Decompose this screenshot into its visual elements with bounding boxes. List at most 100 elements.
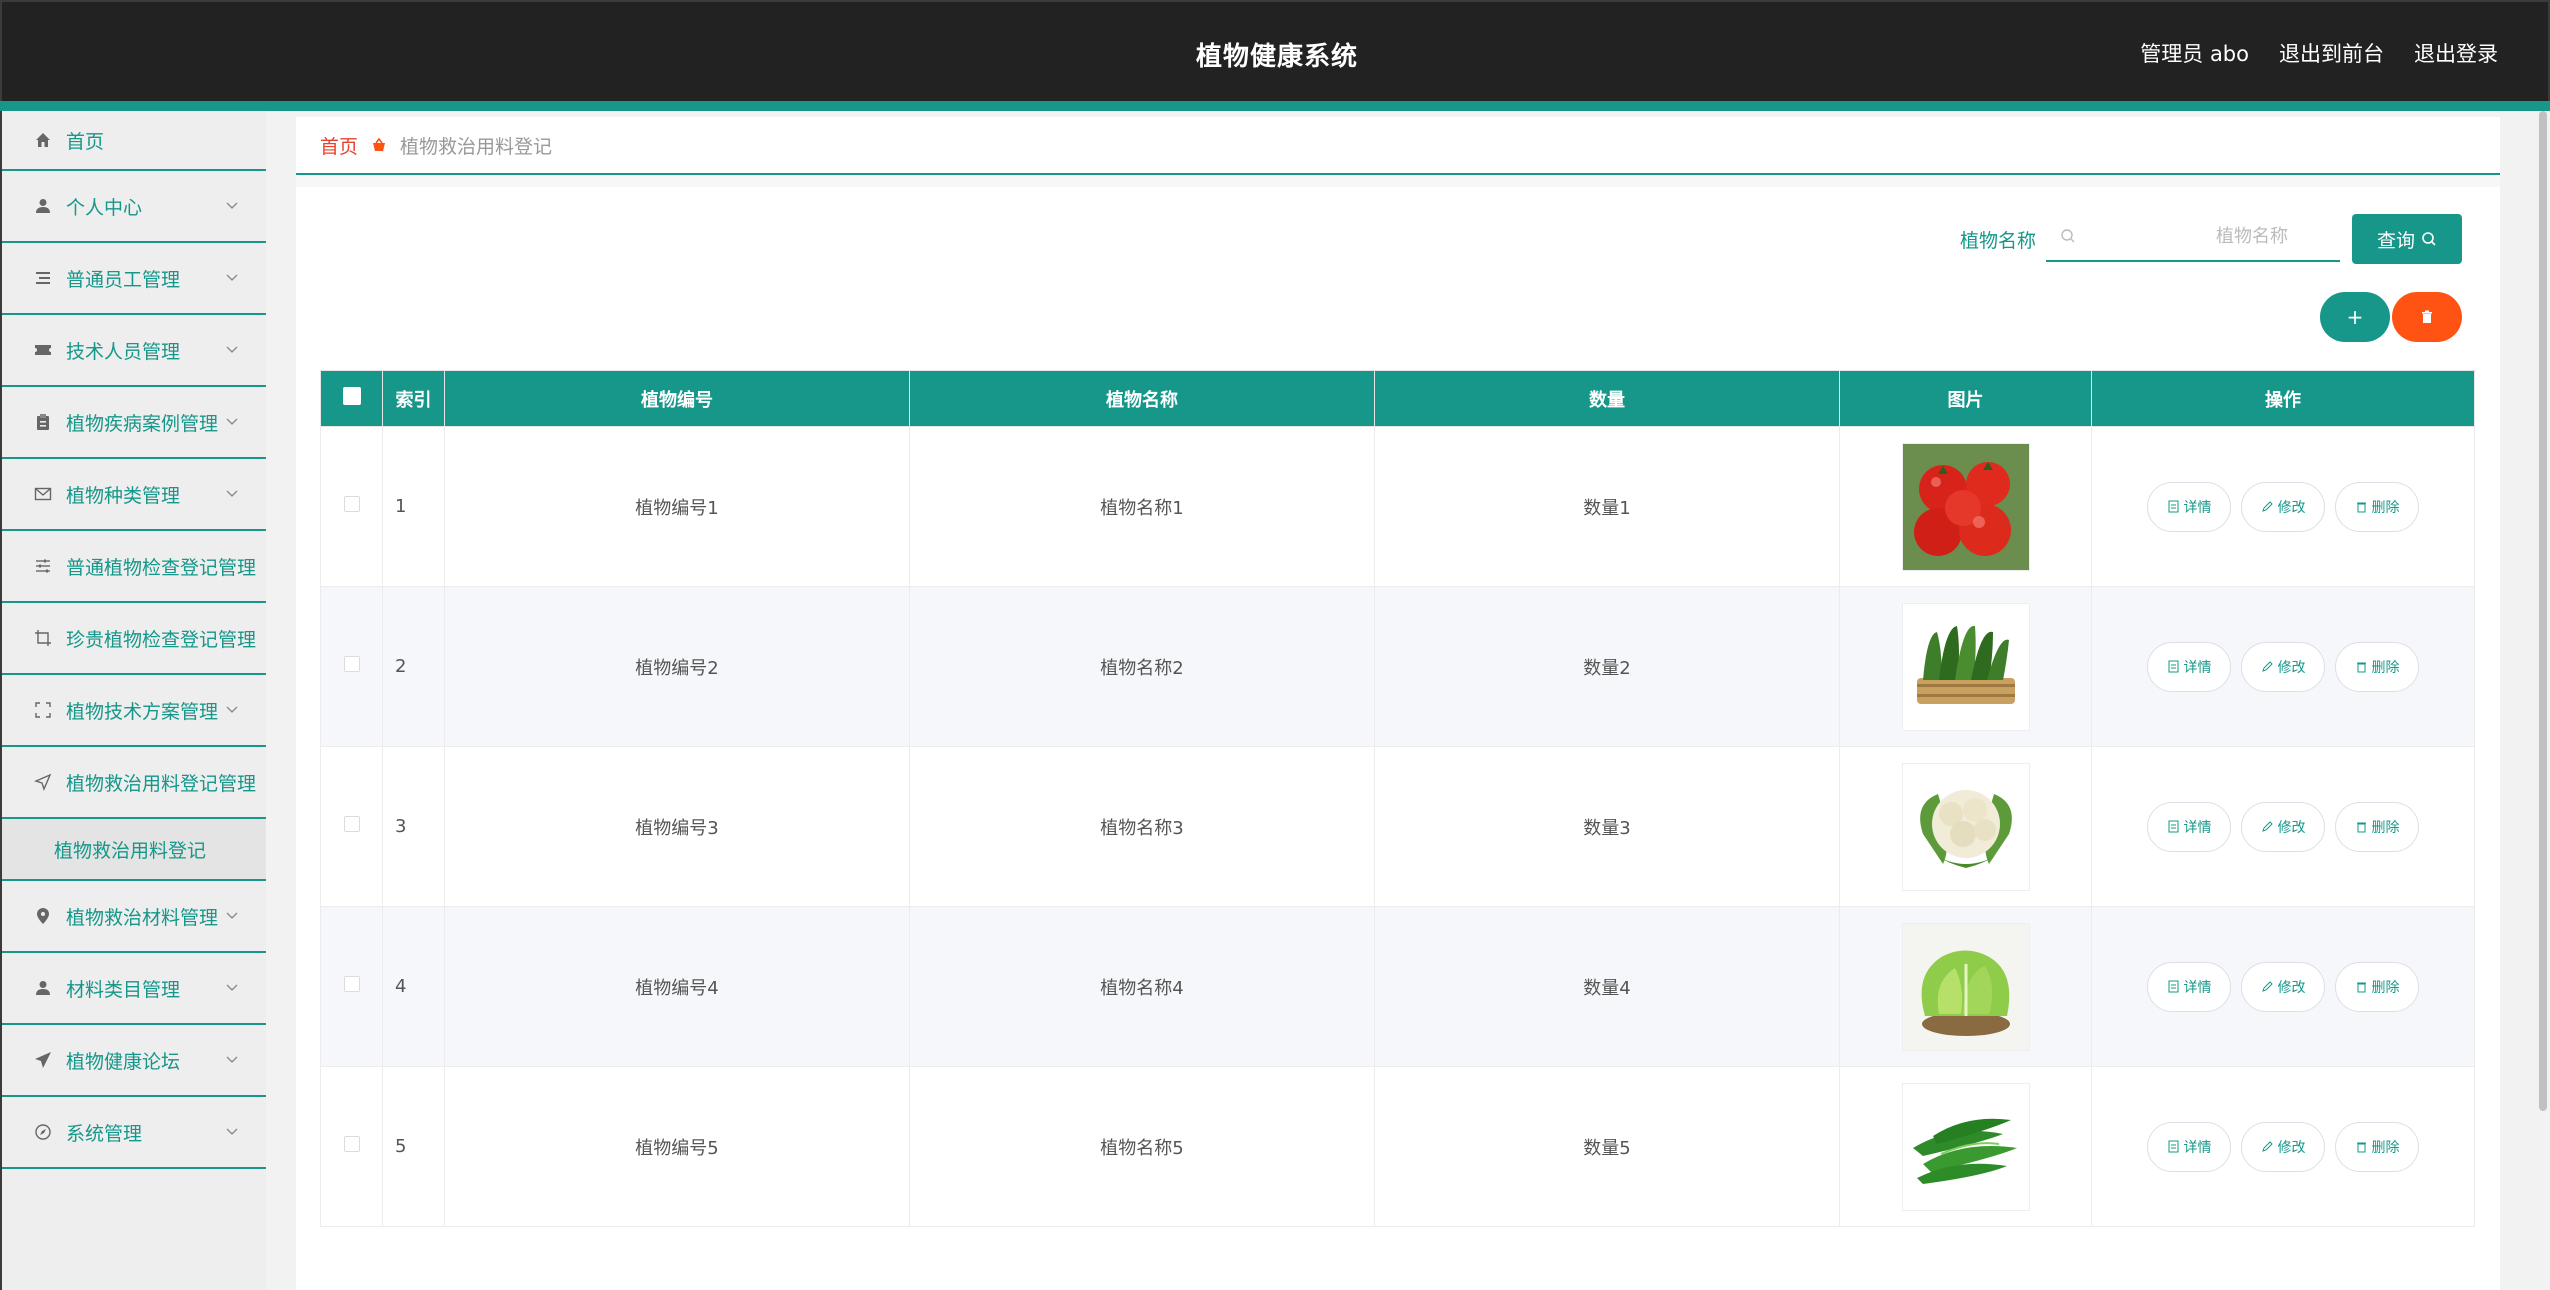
send-icon bbox=[32, 771, 54, 793]
sidebar-item-label: 植物技术方案管理 bbox=[66, 700, 219, 723]
delete-button[interactable]: 删除 bbox=[2335, 481, 2419, 532]
trash-icon bbox=[2355, 660, 2368, 673]
sidebar-item-3[interactable]: 技术人员管理 bbox=[2, 315, 266, 387]
plus-icon: + bbox=[2346, 305, 2364, 329]
sidebar-item-2[interactable]: 普通员工管理 bbox=[2, 243, 266, 315]
plant-thumbnail[interactable] bbox=[1901, 602, 2030, 731]
edit-button[interactable]: 修改 bbox=[2241, 1121, 2325, 1172]
pencil-icon bbox=[2261, 660, 2274, 673]
user-icon bbox=[32, 977, 54, 999]
sidebar-item-11[interactable]: 材料类目管理 bbox=[2, 953, 266, 1025]
plant-thumbnail[interactable] bbox=[1901, 1082, 2030, 1211]
cell-index: 4 bbox=[382, 906, 445, 1067]
select-all-checkbox[interactable] bbox=[342, 387, 361, 405]
document-icon bbox=[2167, 1140, 2180, 1153]
cell-actions: 详情 修改 删除 bbox=[2091, 1066, 2475, 1227]
cell-image bbox=[1839, 426, 2092, 587]
logout-link[interactable]: 退出登录 bbox=[2414, 38, 2498, 68]
header-plant-code: 植物编号 bbox=[444, 370, 910, 427]
sidebar-item-13[interactable]: 系统管理 bbox=[2, 1097, 266, 1169]
row-select-cell[interactable] bbox=[320, 1066, 383, 1227]
basket-icon bbox=[370, 136, 388, 154]
plant-thumbnail[interactable] bbox=[1901, 762, 2030, 891]
delete-button[interactable]: 删除 bbox=[2335, 1121, 2419, 1172]
row-select-cell[interactable] bbox=[320, 746, 383, 907]
edit-button-label: 修改 bbox=[2277, 819, 2306, 836]
search-input[interactable] bbox=[2046, 212, 2340, 260]
select-all-header[interactable] bbox=[320, 370, 383, 427]
sidebar-item-label: 技术人员管理 bbox=[66, 340, 181, 363]
row-checkbox[interactable] bbox=[343, 816, 360, 832]
breadcrumb: 首页 植物救治用料登记 bbox=[296, 117, 2500, 175]
table-row: 3 植物编号3 植物名称3 数量3 详情 修改 删除 bbox=[320, 746, 2475, 907]
detail-button-label: 详情 bbox=[2183, 979, 2212, 996]
sidebar-item-5[interactable]: 植物种类管理 bbox=[2, 459, 266, 531]
query-button[interactable]: 查询 bbox=[2352, 214, 2462, 264]
chevron-down-icon bbox=[224, 702, 240, 718]
sidebar-item-10[interactable]: 植物救治材料管理 bbox=[2, 881, 266, 953]
mail-icon bbox=[32, 483, 54, 505]
chevron-down-icon bbox=[224, 270, 240, 286]
delete-button[interactable]: 删除 bbox=[2335, 801, 2419, 852]
document-icon bbox=[2167, 980, 2180, 993]
plant-thumbnail[interactable] bbox=[1901, 922, 2030, 1051]
table-row: 1 植物编号1 植物名称1 数量1 详情 修改 删除 bbox=[320, 426, 2475, 587]
row-checkbox[interactable] bbox=[343, 496, 360, 512]
breadcrumb-home-link[interactable]: 首页 bbox=[320, 132, 358, 159]
cell-index: 1 bbox=[382, 426, 445, 587]
sidebar-item-label: 植物健康论坛 bbox=[66, 1050, 181, 1073]
sidebar-subitem-active[interactable]: 植物救治用料登记 bbox=[2, 819, 266, 881]
edit-button[interactable]: 修改 bbox=[2241, 641, 2325, 692]
row-checkbox[interactable] bbox=[343, 656, 360, 672]
detail-button[interactable]: 详情 bbox=[2147, 641, 2231, 692]
detail-button-label: 详情 bbox=[2183, 659, 2212, 676]
chevron-down-icon bbox=[224, 1124, 240, 1140]
scrollbar-thumb[interactable] bbox=[2539, 111, 2547, 1111]
cell-quantity: 数量3 bbox=[1374, 746, 1840, 907]
edit-button[interactable]: 修改 bbox=[2241, 801, 2325, 852]
sidebar-item-7[interactable]: 珍贵植物检查登记管理 bbox=[2, 603, 266, 675]
sidebar-item-label: 植物救治材料管理 bbox=[66, 906, 219, 929]
header-actions: 操作 bbox=[2091, 370, 2475, 427]
search-label: 植物名称 bbox=[1960, 230, 2037, 252]
detail-button[interactable]: 详情 bbox=[2147, 961, 2231, 1012]
sidebar-item-12[interactable]: 植物健康论坛 bbox=[2, 1025, 266, 1097]
row-select-cell[interactable] bbox=[320, 426, 383, 587]
cell-quantity: 数量5 bbox=[1374, 1066, 1840, 1227]
cell-actions: 详情 修改 删除 bbox=[2091, 746, 2475, 907]
admin-user-label[interactable]: 管理员 abo bbox=[2140, 38, 2249, 68]
cell-quantity: 数量1 bbox=[1374, 426, 1840, 587]
add-button[interactable]: + bbox=[2320, 292, 2390, 342]
cell-plant-code: 植物编号2 bbox=[444, 586, 910, 747]
sidebar-item-9[interactable]: 植物救治用料登记管理 bbox=[2, 747, 266, 819]
detail-button[interactable]: 详情 bbox=[2147, 481, 2231, 532]
sidebar-item-4[interactable]: 植物疾病案例管理 bbox=[2, 387, 266, 459]
compass-icon bbox=[32, 1121, 54, 1143]
delete-button-label: 删除 bbox=[2371, 979, 2400, 996]
edit-button[interactable]: 修改 bbox=[2241, 961, 2325, 1012]
page-scrollbar[interactable] bbox=[2536, 111, 2550, 1290]
batch-delete-button[interactable] bbox=[2392, 292, 2462, 342]
delete-button[interactable]: 删除 bbox=[2335, 641, 2419, 692]
detail-button[interactable]: 详情 bbox=[2147, 1121, 2231, 1172]
sidebar-item-6[interactable]: 普通植物检查登记管理 bbox=[2, 531, 266, 603]
row-select-cell[interactable] bbox=[320, 586, 383, 747]
sidebar-item-0[interactable]: 首页 bbox=[2, 111, 266, 171]
plant-thumbnail[interactable] bbox=[1901, 442, 2030, 571]
crop-icon bbox=[32, 627, 54, 649]
exit-to-front-link[interactable]: 退出到前台 bbox=[2279, 38, 2384, 68]
header-image: 图片 bbox=[1839, 370, 2092, 427]
header-plant-name: 植物名称 bbox=[909, 370, 1375, 427]
section-divider bbox=[296, 175, 2500, 187]
chevron-down-icon bbox=[224, 198, 240, 214]
top-header: 植物健康系统 管理员 abo 退出到前台 退出登录 bbox=[0, 0, 2550, 101]
search-icon bbox=[2422, 232, 2436, 246]
row-select-cell[interactable] bbox=[320, 906, 383, 1067]
edit-button[interactable]: 修改 bbox=[2241, 481, 2325, 532]
detail-button[interactable]: 详情 bbox=[2147, 801, 2231, 852]
sidebar-item-1[interactable]: 个人中心 bbox=[2, 171, 266, 243]
row-checkbox[interactable] bbox=[343, 1136, 360, 1152]
row-checkbox[interactable] bbox=[343, 976, 360, 992]
sidebar-item-8[interactable]: 植物技术方案管理 bbox=[2, 675, 266, 747]
delete-button[interactable]: 删除 bbox=[2335, 961, 2419, 1012]
